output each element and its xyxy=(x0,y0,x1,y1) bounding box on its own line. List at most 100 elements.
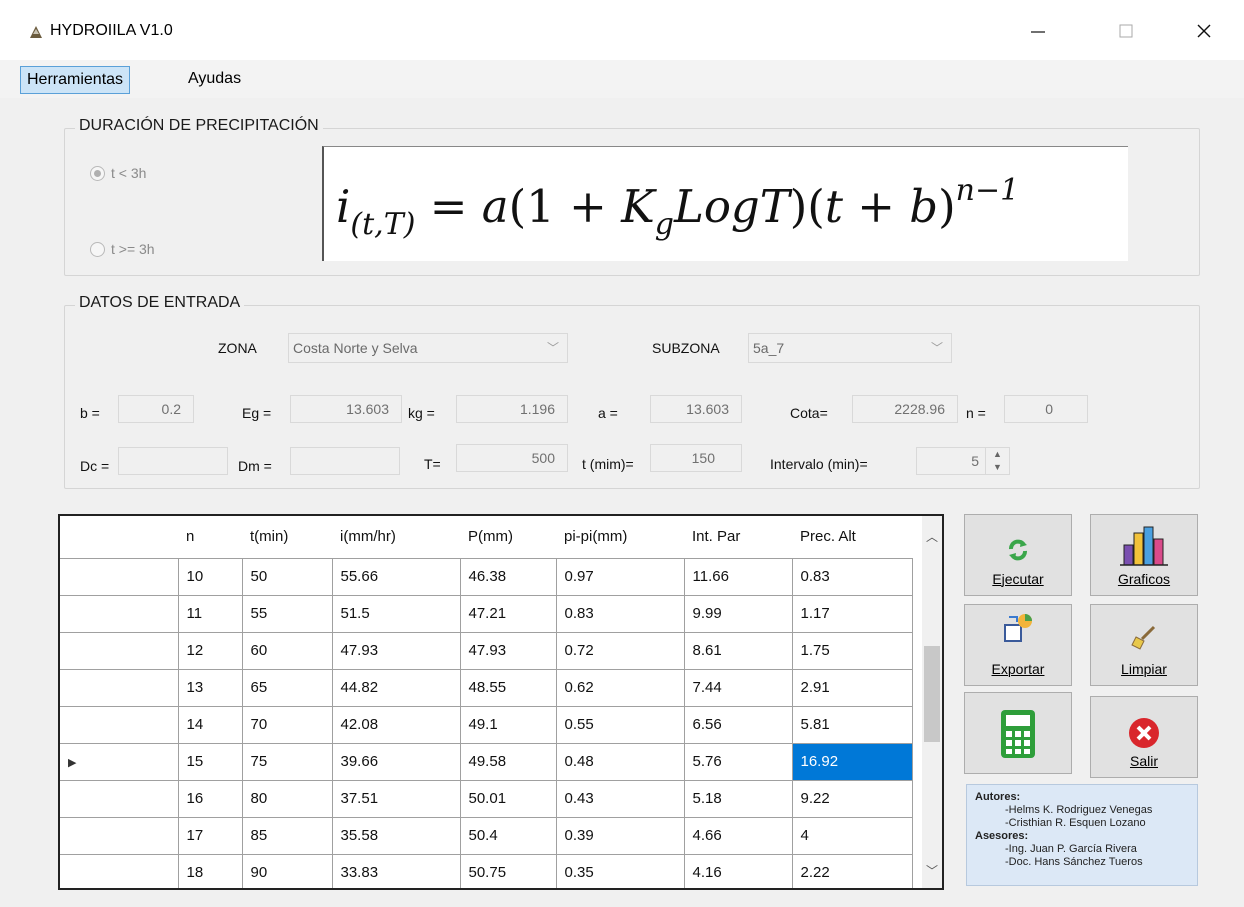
table-row[interactable]: 14 70 42.08 49.1 0.55 6.56 5.81 xyxy=(60,705,913,744)
table-cell[interactable]: 7.44 xyxy=(683,668,793,707)
graficos-button[interactable]: Graficos xyxy=(1090,514,1198,596)
row-header[interactable] xyxy=(60,705,179,744)
table-cell[interactable]: 49.1 xyxy=(459,705,557,744)
table-cell[interactable]: 2.22 xyxy=(791,853,913,888)
table-cell[interactable]: 9.99 xyxy=(683,594,793,633)
table-cell[interactable]: 35.58 xyxy=(331,816,461,855)
table-cell[interactable]: 48.55 xyxy=(459,668,557,707)
table-cell[interactable]: 0.83 xyxy=(555,594,685,633)
table-cell[interactable]: 47.21 xyxy=(459,594,557,633)
table-row[interactable]: 11 55 51.5 47.21 0.83 9.99 1.17 xyxy=(60,594,913,633)
table-cell[interactable]: 0.48 xyxy=(555,742,685,781)
minimize-button[interactable] xyxy=(1016,14,1060,48)
row-header[interactable] xyxy=(60,594,179,633)
table-cell[interactable]: 44.82 xyxy=(331,668,461,707)
column-header[interactable]: i(mm/hr) xyxy=(332,516,460,559)
table-cell[interactable]: 60 xyxy=(241,631,333,670)
table-cell[interactable]: 50 xyxy=(241,557,333,596)
a-field[interactable]: 13.603 xyxy=(650,395,742,423)
column-header[interactable]: n xyxy=(178,516,242,559)
table-cell[interactable]: 4 xyxy=(791,816,913,855)
table-cell[interactable]: 55 xyxy=(241,594,333,633)
cota-field[interactable]: 2228.96 xyxy=(852,395,958,423)
table-cell[interactable]: 51.5 xyxy=(331,594,461,633)
row-header[interactable] xyxy=(60,631,179,670)
column-header[interactable]: Prec. Alt xyxy=(792,516,912,559)
row-header[interactable] xyxy=(60,668,179,707)
table-cell[interactable]: 5.81 xyxy=(791,705,913,744)
table-cell[interactable]: 33.83 xyxy=(331,853,461,888)
table-cell[interactable]: 14 xyxy=(177,705,243,744)
column-header[interactable]: pi-pi(mm) xyxy=(556,516,684,559)
ejecutar-button[interactable]: Ejecutar xyxy=(964,514,1072,596)
table-cell[interactable]: 0.39 xyxy=(555,816,685,855)
salir-button[interactable]: Salir xyxy=(1090,696,1198,778)
table-cell[interactable]: 1.17 xyxy=(791,594,913,633)
T-field[interactable]: 500 xyxy=(456,444,568,472)
maximize-button[interactable] xyxy=(1104,14,1148,48)
row-header[interactable] xyxy=(60,779,179,818)
table-cell[interactable]: 0.55 xyxy=(555,705,685,744)
table-cell[interactable]: 70 xyxy=(241,705,333,744)
table-cell[interactable]: 17 xyxy=(177,816,243,855)
column-header[interactable]: Int. Par xyxy=(684,516,792,559)
table-cell[interactable]: 0.62 xyxy=(555,668,685,707)
table-cell[interactable]: 50.01 xyxy=(459,779,557,818)
radio-t-ge-3h[interactable]: t >= 3h xyxy=(90,241,155,257)
eg-field[interactable]: 13.603 xyxy=(290,395,402,423)
table-row[interactable]: 16 80 37.51 50.01 0.43 5.18 9.22 xyxy=(60,779,913,818)
dm-field[interactable] xyxy=(290,447,400,475)
table-cell[interactable]: 0.97 xyxy=(555,557,685,596)
exportar-button[interactable]: Exportar xyxy=(964,604,1072,686)
b-field[interactable]: 0.2 xyxy=(118,395,194,423)
table-cell[interactable]: 0.72 xyxy=(555,631,685,670)
table-cell[interactable]: 1.75 xyxy=(791,631,913,670)
table-cell[interactable]: 11.66 xyxy=(683,557,793,596)
table-cell[interactable]: 18 xyxy=(177,853,243,888)
kg-field[interactable]: 1.196 xyxy=(456,395,568,423)
table-cell[interactable]: 42.08 xyxy=(331,705,461,744)
table-cell[interactable]: 5.18 xyxy=(683,779,793,818)
table-cell[interactable]: 39.66 xyxy=(331,742,461,781)
table-cell[interactable]: 50.4 xyxy=(459,816,557,855)
table-cell[interactable]: 90 xyxy=(241,853,333,888)
table-cell[interactable]: 47.93 xyxy=(331,631,461,670)
results-grid[interactable]: n t(min) i(mm/hr) P(mm) pi-pi(mm) Int. P… xyxy=(58,514,944,890)
table-cell[interactable]: 4.16 xyxy=(683,853,793,888)
table-cell[interactable]: 16 xyxy=(177,779,243,818)
table-cell[interactable]: 11 xyxy=(177,594,243,633)
spinner-arrows-icon[interactable]: ▲ ▼ xyxy=(985,448,1009,474)
table-cell[interactable]: 55.66 xyxy=(331,557,461,596)
dc-field[interactable] xyxy=(118,447,228,475)
table-cell[interactable]: 65 xyxy=(241,668,333,707)
table-cell[interactable]: 0.83 xyxy=(791,557,913,596)
table-cell[interactable]: 80 xyxy=(241,779,333,818)
table-cell[interactable]: 10 xyxy=(177,557,243,596)
zona-select[interactable]: Costa Norte y Selva ﹀ xyxy=(288,333,568,363)
limpiar-button[interactable]: Limpiar xyxy=(1090,604,1198,686)
row-header[interactable]: ▶ xyxy=(60,742,179,781)
table-cell[interactable]: 6.56 xyxy=(683,705,793,744)
table-row[interactable]: 12 60 47.93 47.93 0.72 8.61 1.75 xyxy=(60,631,913,670)
table-row[interactable]: 18 90 33.83 50.75 0.35 4.16 2.22 xyxy=(60,853,913,888)
table-cell[interactable]: 2.91 xyxy=(791,668,913,707)
column-header[interactable]: P(mm) xyxy=(460,516,556,559)
column-header[interactable]: t(min) xyxy=(242,516,332,559)
table-cell[interactable]: 0.43 xyxy=(555,779,685,818)
table-cell[interactable]: 16.92 xyxy=(791,742,913,781)
menu-herramientas[interactable]: Herramientas xyxy=(20,66,131,94)
table-cell[interactable]: 37.51 xyxy=(331,779,461,818)
subzona-select[interactable]: 5a_7 ﹀ xyxy=(748,333,952,363)
intervalo-spinner[interactable]: 5 ▲ ▼ xyxy=(916,447,1010,475)
table-row[interactable]: 13 65 44.82 48.55 0.62 7.44 2.91 xyxy=(60,668,913,707)
row-header[interactable] xyxy=(60,557,179,596)
menu-ayudas[interactable]: Ayudas xyxy=(182,66,247,94)
table-cell[interactable]: 85 xyxy=(241,816,333,855)
table-cell[interactable]: 8.61 xyxy=(683,631,793,670)
table-cell[interactable]: 9.22 xyxy=(791,779,913,818)
calculator-button[interactable] xyxy=(964,692,1072,774)
table-cell[interactable]: 5.76 xyxy=(683,742,793,781)
table-cell[interactable]: 49.58 xyxy=(459,742,557,781)
scroll-down-icon[interactable]: ﹀ xyxy=(922,862,942,884)
table-cell[interactable]: 47.93 xyxy=(459,631,557,670)
